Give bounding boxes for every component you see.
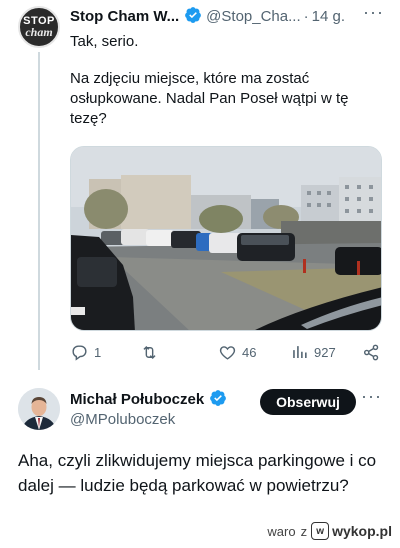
wykop-watermark: waro z w wykop.pl bbox=[267, 522, 392, 540]
reply-text: Aha, czyli zlikwidujemy miejsca parkingo… bbox=[18, 451, 377, 495]
verified-badge-icon bbox=[210, 390, 227, 406]
parking-lot-image bbox=[71, 147, 381, 330]
author-handle[interactable]: @Stop_Cha... bbox=[206, 8, 300, 25]
watermark-connector: z bbox=[300, 523, 308, 539]
reply-author-handle[interactable]: @MPoluboczek bbox=[70, 411, 175, 428]
author-name[interactable]: Stop Cham W... bbox=[70, 8, 179, 25]
parking-photo[interactable] bbox=[70, 146, 382, 331]
quoted-text: Na zdjęciu miejsce, które ma zostać osłu… bbox=[70, 70, 349, 127]
separator-dot: · bbox=[303, 8, 309, 25]
follow-button[interactable]: Obserwuj bbox=[260, 389, 356, 415]
share-action[interactable] bbox=[362, 343, 381, 362]
views-icon bbox=[293, 346, 307, 359]
avatar-logo-bottom: cham bbox=[25, 25, 53, 39]
view-count: 927 bbox=[314, 345, 336, 360]
verified-badge-icon bbox=[185, 7, 202, 23]
retweet-action[interactable] bbox=[140, 343, 159, 362]
reply-author-name[interactable]: Michał Połuboczek bbox=[70, 389, 231, 408]
avatar-photo bbox=[18, 388, 60, 430]
retweet-icon bbox=[143, 345, 156, 360]
tweet-actions: 1 46 927 bbox=[70, 343, 382, 365]
tweet-text: Tak, serio. bbox=[70, 33, 139, 50]
more-icon[interactable]: ··· bbox=[363, 2, 384, 23]
reply-action[interactable]: 1 bbox=[70, 343, 101, 362]
like-icon bbox=[219, 346, 236, 360]
views-action[interactable]: 927 bbox=[290, 343, 336, 362]
tweet-time[interactable]: 14 g. bbox=[312, 8, 345, 25]
tweet-header: Stop Cham W... @Stop_Cha... · 14 g. bbox=[70, 6, 390, 28]
share-icon bbox=[363, 344, 379, 361]
more-icon[interactable]: ··· bbox=[361, 386, 382, 407]
michal-avatar[interactable] bbox=[18, 388, 60, 430]
reply-count: 1 bbox=[94, 345, 102, 360]
reply-author-name-text: Michał Połuboczek bbox=[70, 391, 205, 408]
like-action[interactable]: 46 bbox=[218, 343, 256, 362]
wykop-logo-icon: w bbox=[311, 522, 330, 540]
watermark-site: wykop.pl bbox=[332, 523, 392, 539]
watermark-user: waro bbox=[267, 523, 296, 539]
like-count: 46 bbox=[242, 345, 257, 360]
thread-line bbox=[38, 52, 40, 370]
stop-cham-avatar[interactable]: STOP cham bbox=[18, 6, 60, 48]
reply-icon bbox=[72, 345, 87, 361]
